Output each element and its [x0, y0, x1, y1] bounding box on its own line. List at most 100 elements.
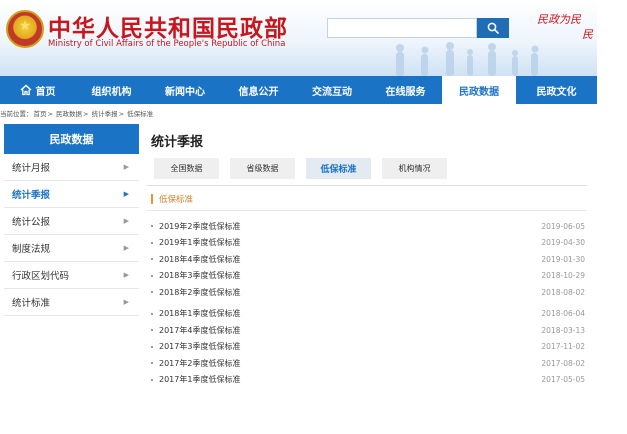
- bullet-icon: [151, 329, 153, 332]
- list-item-title[interactable]: 2019年2季度低保标准: [159, 221, 240, 232]
- sidebar-item-label: 统计标准: [12, 298, 51, 309]
- sidebar-item-division-codes[interactable]: 行政区划代码 ▶: [4, 262, 139, 289]
- nav-item-info-disclosure[interactable]: 信息公开: [222, 76, 295, 104]
- list-item-title[interactable]: 2018年4季度低保标准: [159, 254, 240, 265]
- list-item[interactable]: 2018年2季度低保标准 2018-08-02: [147, 284, 587, 301]
- tab-provincial-data[interactable]: 省级数据: [230, 158, 295, 179]
- chevron-right-icon: ▶: [123, 244, 129, 252]
- breadcrumb-link-civil-data[interactable]: 民政数据: [56, 110, 82, 118]
- people-silhouettes-decoration: [396, 42, 539, 76]
- list-item-date: 2017-11-02: [541, 342, 585, 352]
- nav-item-interaction[interactable]: 交流互动: [295, 76, 369, 104]
- breadcrumb-prefix: 当前位置：: [0, 110, 33, 118]
- site-header: 中华人民共和国民政部 Ministry of Civil Affairs of …: [0, 0, 597, 76]
- breadcrumb: 当前位置：首页> 民政数据> 统计季报> 低保标准: [0, 108, 154, 118]
- bullet-icon: [151, 345, 153, 348]
- list-item-date: 2019-04-30: [541, 238, 585, 248]
- list-item[interactable]: 2017年3季度低保标准 2017-11-02: [147, 339, 587, 356]
- chevron-right-icon: ▶: [123, 163, 129, 171]
- list-item-title[interactable]: 2018年2季度低保标准: [159, 287, 240, 298]
- chevron-right-icon: ▶: [123, 217, 129, 225]
- list-item-date: 2019-01-30: [541, 254, 585, 264]
- breadcrumb-current: 低保标准: [127, 110, 154, 118]
- list-item-date: 2018-10-29: [541, 271, 585, 281]
- list-item[interactable]: 2017年2季度低保标准 2017-08-02: [147, 355, 587, 372]
- sidebar-item-label: 行政区划代码: [12, 271, 70, 282]
- tab-minimum-living-standard[interactable]: 低保标准: [306, 158, 371, 179]
- list-item[interactable]: 2018年4季度低保标准 2019-01-30: [147, 251, 587, 268]
- breadcrumb-link-quarterly[interactable]: 统计季报: [92, 110, 118, 118]
- bullet-icon: [151, 291, 153, 294]
- bullet-icon: [151, 378, 153, 381]
- nav-item-label: 交流互动: [312, 86, 352, 98]
- nav-item-home[interactable]: 首页: [0, 76, 75, 104]
- list-item-date: 2018-03-13: [541, 325, 585, 335]
- list-item-title[interactable]: 2017年2季度低保标准: [159, 358, 240, 369]
- breadcrumb-link-home[interactable]: 首页: [34, 110, 47, 118]
- slogan-line-2: 民: [582, 28, 593, 41]
- section-marker: [151, 194, 153, 204]
- list-item-title[interactable]: 2017年1季度低保标准: [159, 374, 240, 385]
- national-emblem-icon: [6, 10, 44, 48]
- chevron-right-icon: ▶: [123, 190, 129, 198]
- sidebar-item-bulletin[interactable]: 统计公报 ▶: [4, 208, 139, 235]
- section-header: 低保标准: [147, 188, 587, 210]
- main-content: 统计季报 全国数据 省级数据 低保标准 机构情况 低保标准 2019年2季度低保…: [147, 124, 587, 388]
- sidebar: 民政数据 统计月报 ▶ 统计季报 ▶ 统计公报 ▶ 制度法规 ▶ 行政区划代码 …: [4, 124, 139, 316]
- sidebar-item-monthly-report[interactable]: 统计月报 ▶: [4, 154, 139, 181]
- nav-item-label: 组织机构: [91, 86, 132, 98]
- sidebar-item-regulations[interactable]: 制度法规 ▶: [4, 235, 139, 262]
- nav-item-label: 民政数据: [459, 86, 499, 98]
- sidebar-item-standards[interactable]: 统计标准 ▶: [4, 289, 139, 316]
- home-icon: [19, 84, 32, 96]
- breadcrumb-separator: >: [118, 110, 125, 118]
- sidebar-heading: 民政数据: [4, 124, 139, 154]
- nav-item-label: 在线服务: [385, 86, 426, 98]
- list-item-title[interactable]: 2019年1季度低保标准: [159, 237, 240, 248]
- list-item[interactable]: 2018年1季度低保标准 2018-06-04: [147, 306, 587, 323]
- sidebar-item-label: 统计季报: [12, 190, 51, 201]
- list-item[interactable]: 2017年4季度低保标准 2018-03-13: [147, 322, 587, 339]
- bullet-icon: [151, 274, 153, 277]
- nav-item-organization[interactable]: 组织机构: [75, 76, 148, 104]
- nav-item-news[interactable]: 新闻中心: [148, 76, 222, 104]
- list-item-title[interactable]: 2018年3季度低保标准: [159, 270, 240, 281]
- nav-item-online-services[interactable]: 在线服务: [369, 76, 442, 104]
- list-item-title[interactable]: 2017年3季度低保标准: [159, 341, 240, 352]
- list-item[interactable]: 2017年1季度低保标准 2017-05-05: [147, 372, 587, 389]
- divider: [147, 210, 587, 211]
- nav-item-label: 信息公开: [238, 86, 279, 98]
- main-nav: 首页 组织机构 新闻中心 信息公开 交流互动 在线服务 民政数据 民政文化: [0, 76, 597, 104]
- bullet-icon: [151, 241, 153, 244]
- chevron-right-icon: ▶: [123, 271, 129, 279]
- list-item-title[interactable]: 2017年4季度低保标准: [159, 325, 240, 336]
- nav-item-civil-culture[interactable]: 民政文化: [516, 76, 597, 104]
- list-item-title[interactable]: 2018年1季度低保标准: [159, 308, 240, 319]
- list-item-date: 2018-08-02: [541, 287, 585, 297]
- slogan: 民政为民 民: [537, 12, 593, 42]
- sidebar-item-label: 统计月报: [12, 163, 51, 174]
- search-input[interactable]: [327, 18, 477, 38]
- nav-item-civil-data[interactable]: 民政数据: [442, 76, 516, 104]
- search-icon: [487, 22, 499, 34]
- bullet-icon: [151, 258, 153, 261]
- list-item[interactable]: 2019年2季度低保标准 2019-06-05: [147, 218, 587, 235]
- bullet-icon: [151, 362, 153, 365]
- list-item[interactable]: 2019年1季度低保标准 2019-04-30: [147, 235, 587, 252]
- site-subtitle: Ministry of Civil Affairs of the People'…: [48, 39, 286, 49]
- tab-bar: 全国数据 省级数据 低保标准 机构情况: [154, 158, 587, 179]
- nav-item-label: 新闻中心: [165, 86, 205, 98]
- nav-item-label: 民政文化: [536, 86, 577, 98]
- search-button[interactable]: [477, 18, 509, 38]
- report-list: 2019年2季度低保标准 2019-06-05 2019年1季度低保标准 201…: [147, 218, 587, 388]
- sidebar-item-label: 制度法规: [12, 244, 51, 255]
- list-item[interactable]: 2018年3季度低保标准 2018-10-29: [147, 268, 587, 285]
- nav-item-label: 首页: [35, 86, 56, 98]
- tab-institutions[interactable]: 机构情况: [382, 158, 447, 179]
- tab-national-data[interactable]: 全国数据: [154, 158, 219, 179]
- sidebar-item-quarterly-report[interactable]: 统计季报 ▶: [4, 181, 139, 208]
- list-item-date: 2019-06-05: [541, 221, 585, 231]
- breadcrumb-separator: >: [47, 110, 53, 118]
- site-title[interactable]: 中华人民共和国民政部: [48, 9, 288, 43]
- list-item-date: 2018-06-04: [541, 309, 585, 319]
